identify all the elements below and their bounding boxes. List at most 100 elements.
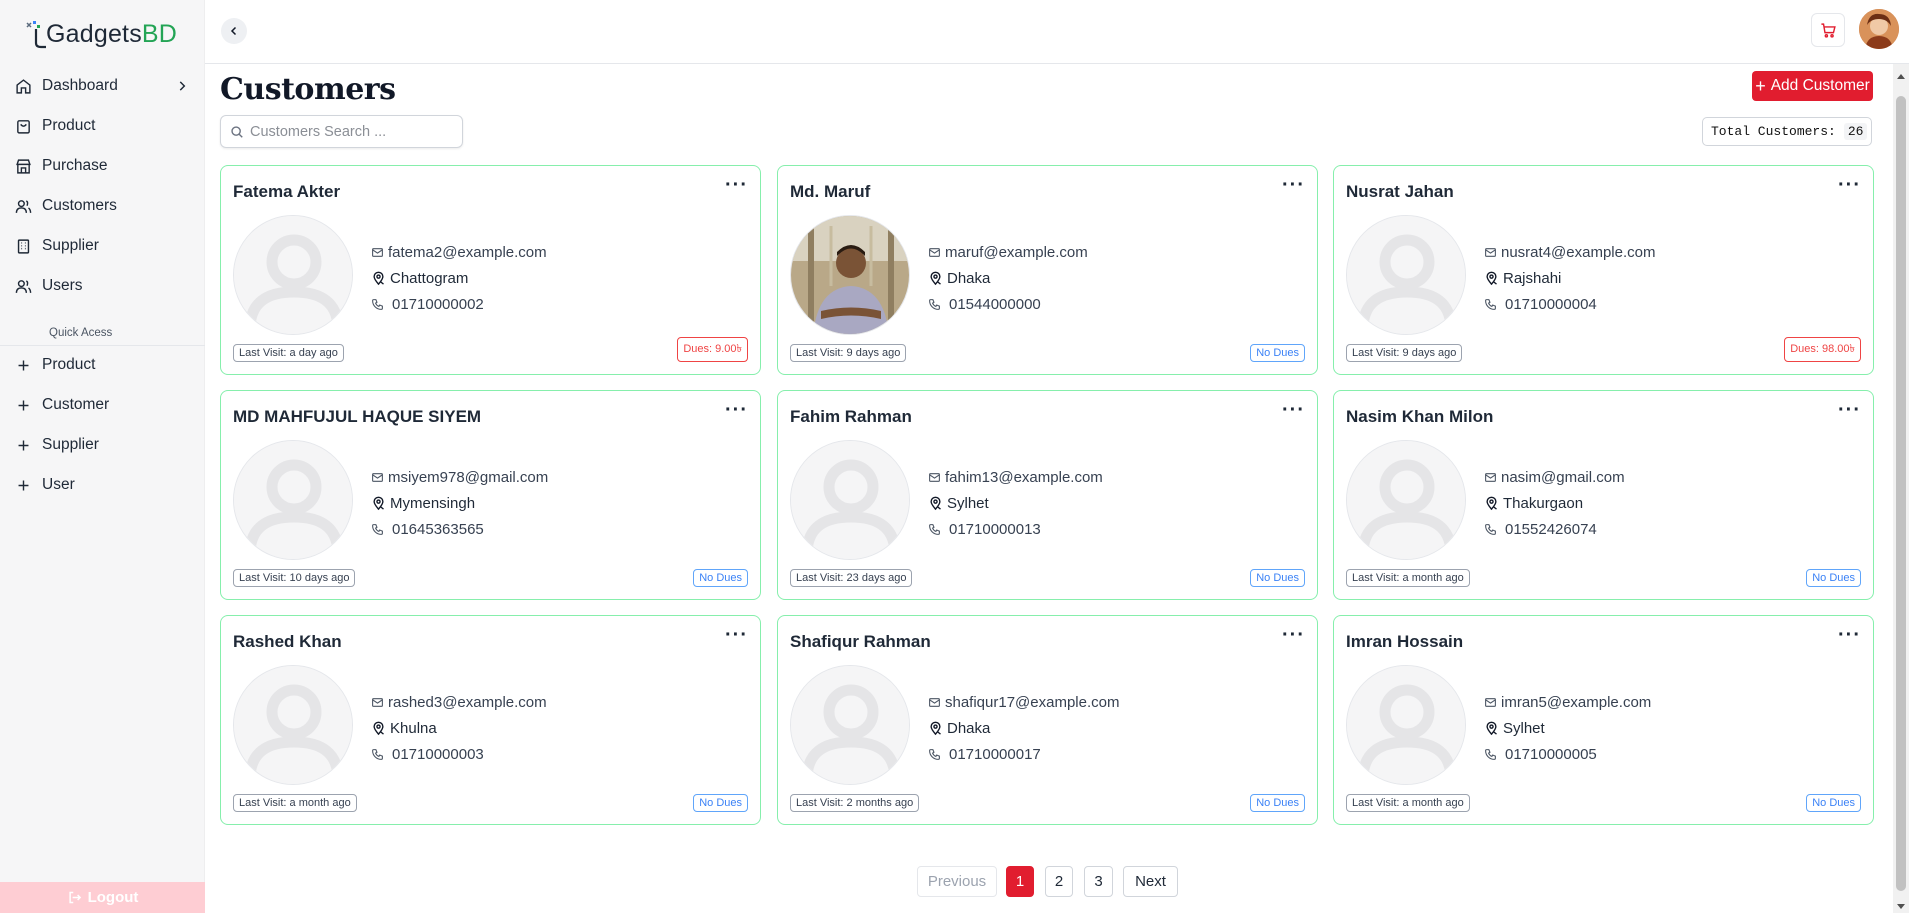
users-icon: [15, 279, 32, 293]
customer-location: Dhaka: [928, 265, 1088, 291]
cart-button[interactable]: [1811, 13, 1845, 47]
more-options-icon[interactable]: ···: [1282, 175, 1305, 195]
default-avatar-icon: [1347, 666, 1465, 784]
more-options-icon[interactable]: ···: [725, 175, 748, 195]
customer-email: shafiqur17@example.com: [928, 689, 1119, 715]
customer-location: Mymensingh: [371, 490, 548, 516]
last-visit-badge: Last Visit: a month ago: [233, 794, 357, 812]
customer-email: fahim13@example.com: [928, 464, 1103, 490]
customer-phone: 01544000000: [928, 291, 1088, 317]
dues-badge: No Dues: [1250, 344, 1305, 362]
default-avatar-icon: [791, 666, 909, 784]
sidebar-item-dashboard[interactable]: Dashboard: [0, 66, 205, 106]
customer-info: imran5@example.com Sylhet 01710000005: [1484, 689, 1651, 767]
location-icon: [1486, 721, 1497, 735]
sidebar-item-purchase[interactable]: Purchase: [0, 146, 205, 186]
more-options-icon[interactable]: ···: [1838, 175, 1861, 195]
customer-card[interactable]: Imran Hossain ··· imran5@example.com Sylhet…: [1333, 615, 1874, 825]
location-text: Mymensingh: [390, 494, 476, 512]
location-text: Dhaka: [947, 719, 991, 737]
sidebar-item-label: Product: [42, 117, 96, 134]
sidebar-item-supplier[interactable]: Supplier: [0, 226, 205, 266]
more-options-icon[interactable]: ···: [725, 400, 748, 420]
location-text: Thakurgaon: [1503, 494, 1584, 512]
quick-add-supplier[interactable]: Supplier: [0, 425, 205, 465]
customer-avatar: [233, 440, 353, 560]
customer-card[interactable]: Nasim Khan Milon ··· nasim@gmail.com Thakur…: [1333, 390, 1874, 600]
scroll-down-arrow[interactable]: [1897, 904, 1905, 909]
sidebar-item-label: Dashboard: [42, 77, 118, 94]
brand-logo[interactable]: GadgetsBD: [24, 14, 177, 54]
customer-phone: 01710000003: [371, 741, 547, 767]
user-avatar[interactable]: [1859, 9, 1899, 49]
customer-card[interactable]: Md. Maruf ··· maruf@example.com Dhaka 015440…: [777, 165, 1318, 375]
dues-badge: Dues: 98.00৳: [1784, 337, 1861, 362]
customer-card[interactable]: Rashed Khan ··· rashed3@example.com Khulna 0…: [220, 615, 761, 825]
customer-search[interactable]: [220, 115, 463, 148]
sidebar-item-label: Supplier: [42, 237, 99, 254]
page-scrollbar[interactable]: [1893, 64, 1909, 913]
location-icon: [1486, 496, 1497, 510]
scroll-up-arrow[interactable]: [1897, 74, 1905, 79]
customer-card[interactable]: MD MAHFUJUL HAQUE SIYEM ··· msiyem978@gmai…: [220, 390, 761, 600]
search-input[interactable]: [250, 123, 450, 140]
sidebar-item-customers[interactable]: Customers: [0, 186, 205, 226]
dues-badge: No Dues: [693, 569, 748, 587]
email-text: shafiqur17@example.com: [945, 693, 1120, 711]
customer-name: Fahim Rahman: [790, 407, 912, 426]
page-1-button[interactable]: 1: [1006, 866, 1034, 897]
dues-badge: No Dues: [693, 794, 748, 812]
customer-card[interactable]: Shafiqur Rahman ··· shafiqur17@example.com…: [777, 615, 1318, 825]
location-text: Khulna: [390, 719, 437, 737]
quick-add-customer[interactable]: Customer: [0, 385, 205, 425]
chevron-right-icon: [179, 81, 186, 91]
sidebar-item-users[interactable]: Users: [0, 266, 205, 306]
customer-location: Thakurgaon: [1484, 490, 1625, 516]
phone-text: 01710000013: [949, 520, 1041, 538]
quick-add-user[interactable]: User: [0, 465, 205, 505]
customer-card[interactable]: Nusrat Jahan ··· nusrat4@example.com Rajsha…: [1333, 165, 1874, 375]
quick-add-product[interactable]: Product: [0, 345, 205, 385]
default-avatar-icon: [1347, 441, 1465, 559]
more-options-icon[interactable]: ···: [1282, 625, 1305, 645]
chevron-left-icon: [230, 26, 237, 36]
last-visit-badge: Last Visit: 23 days ago: [790, 569, 913, 587]
customer-location: Dhaka: [928, 715, 1119, 741]
customer-phone: 01710000002: [371, 291, 547, 317]
location-text: Dhaka: [947, 269, 991, 287]
last-visit-badge: Last Visit: 2 months ago: [790, 794, 920, 812]
customer-name: Md. Maruf: [790, 182, 871, 201]
more-options-icon[interactable]: ···: [725, 625, 748, 645]
quick-item-label: Supplier: [42, 436, 99, 453]
customer-name: Imran Hossain: [1346, 632, 1464, 651]
customer-info: shafiqur17@example.com Dhaka 01710000017: [928, 689, 1119, 767]
default-avatar-icon: [234, 666, 352, 784]
dues-badge: No Dues: [1250, 794, 1305, 812]
sidebar: GadgetsBD Dashboard Product Purchase Cus…: [0, 0, 205, 913]
location-text: Sylhet: [1503, 719, 1545, 737]
mail-icon: [1485, 697, 1496, 707]
page-3-button[interactable]: 3: [1084, 866, 1113, 897]
customer-name: Nasim Khan Milon: [1346, 407, 1494, 426]
default-avatar-icon: [234, 216, 352, 334]
customer-card[interactable]: Fahim Rahman ··· fahim13@example.com Sylhet…: [777, 390, 1318, 600]
more-options-icon[interactable]: ···: [1838, 400, 1861, 420]
more-options-icon[interactable]: ···: [1282, 400, 1305, 420]
scrollbar-thumb[interactable]: [1896, 96, 1906, 891]
default-avatar-icon: [1347, 216, 1465, 334]
customer-card[interactable]: Fatema Akter ··· fatema2@example.com Chatto…: [220, 165, 761, 375]
page-2-button[interactable]: 2: [1045, 866, 1073, 897]
phone-text: 01710000005: [1505, 745, 1597, 763]
add-customer-button[interactable]: + Add Customer: [1752, 71, 1873, 101]
next-page-button[interactable]: Next: [1123, 866, 1178, 897]
quick-item-label: Customer: [42, 396, 110, 413]
previous-page-button[interactable]: Previous: [917, 866, 997, 897]
customer-avatar: [233, 665, 353, 785]
sidebar-item-product[interactable]: Product: [0, 106, 205, 146]
more-options-icon[interactable]: ···: [1838, 625, 1861, 645]
customer-avatar: [1346, 215, 1466, 335]
collapse-sidebar-button[interactable]: [221, 18, 247, 44]
customer-avatar: [233, 215, 353, 335]
logout-button[interactable]: Logout: [0, 882, 205, 913]
customer-info: rashed3@example.com Khulna 01710000003: [371, 689, 547, 767]
